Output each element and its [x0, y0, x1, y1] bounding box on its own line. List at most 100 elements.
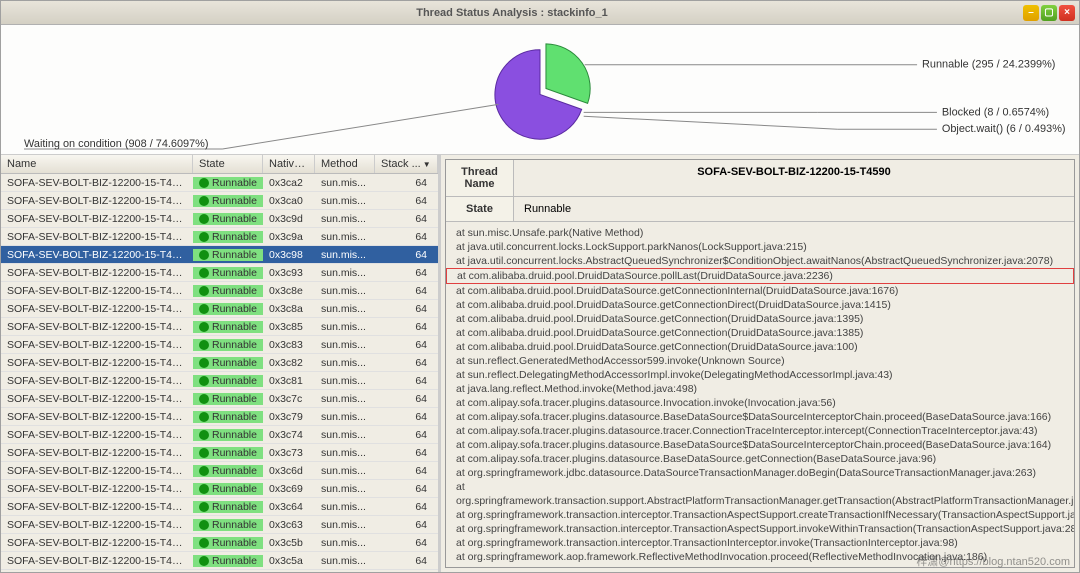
col-nativeid[interactable]: NativeID: [263, 155, 315, 173]
cell-name: SOFA-SEV-BOLT-BIZ-12200-15-T4547: [1, 465, 193, 477]
cell-stackdepth: 64: [375, 537, 438, 549]
cell-name: SOFA-SEV-BOLT-BIZ-12200-15-T4580: [1, 285, 193, 297]
runnable-dot-icon: [199, 214, 209, 224]
cell-method: sun.mis...: [315, 483, 375, 495]
col-method[interactable]: Method: [315, 155, 375, 173]
titlebar[interactable]: Thread Status Analysis : stackinfo_1 – ▢…: [1, 1, 1079, 25]
window-title: Thread Status Analysis : stackinfo_1: [1, 7, 1023, 19]
table-row[interactable]: SOFA-SEV-BOLT-BIZ-12200-15-T4569Runnable…: [1, 336, 438, 354]
cell-nativeid: 0x3ca0: [263, 195, 315, 207]
runnable-dot-icon: [199, 268, 209, 278]
table-row[interactable]: SOFA-SEV-BOLT-BIZ-12200-15-T4529Runnable…: [1, 534, 438, 552]
runnable-dot-icon: [199, 448, 209, 458]
cell-stackdepth: 64: [375, 195, 438, 207]
col-name[interactable]: Name: [1, 155, 193, 173]
cell-method: sun.mis...: [315, 447, 375, 459]
table-row[interactable]: SOFA-SEV-BOLT-BIZ-12200-15-T4543Runnable…: [1, 480, 438, 498]
table-row[interactable]: SOFA-SEV-BOLT-BIZ-12200-15-T4538Runnable…: [1, 498, 438, 516]
runnable-dot-icon: [199, 484, 209, 494]
cell-state: Runnable: [193, 537, 263, 549]
stack-line: at sun.reflect.DelegatingMethodAccessorI…: [446, 368, 1074, 382]
cell-state: Runnable: [193, 411, 263, 423]
table-row[interactable]: SOFA-SEV-BOLT-BIZ-12200-15-T4528Runnable…: [1, 552, 438, 570]
stack-line: at: [446, 480, 1074, 494]
stack-line: at com.alibaba.druid.pool.DruidDataSourc…: [446, 298, 1074, 312]
chart-label-runnable: Runnable (295 / 24.2399%): [922, 59, 1055, 71]
cell-name: SOFA-SEV-BOLT-BIZ-12200-15-T4562: [1, 393, 193, 405]
runnable-dot-icon: [199, 376, 209, 386]
cell-state: Runnable: [193, 375, 263, 387]
cell-name: SOFA-SEV-BOLT-BIZ-12200-15-T4567: [1, 375, 193, 387]
detail-state: Runnable: [514, 197, 1074, 221]
table-row[interactable]: SOFA-SEV-BOLT-BIZ-12200-15-T4568Runnable…: [1, 354, 438, 372]
cell-stackdepth: 64: [375, 393, 438, 405]
runnable-dot-icon: [199, 358, 209, 368]
col-stack[interactable]: Stack ...▼: [375, 155, 438, 173]
table-row[interactable]: SOFA-SEV-BOLT-BIZ-12200-15-T4585Runnable…: [1, 264, 438, 282]
table-row[interactable]: SOFA-SEV-BOLT-BIZ-12200-15-T4576Runnable…: [1, 300, 438, 318]
cell-stackdepth: 64: [375, 249, 438, 261]
cell-state: Runnable: [193, 519, 263, 531]
table-row[interactable]: SOFA-SEV-BOLT-BIZ-12200-15-T4592Runnable…: [1, 228, 438, 246]
detail-box: Thread Name SOFA-SEV-BOLT-BIZ-12200-15-T…: [445, 159, 1075, 568]
table-row[interactable]: SOFA-SEV-BOLT-BIZ-12200-15-T4547Runnable…: [1, 462, 438, 480]
cell-method: sun.mis...: [315, 303, 375, 315]
stack-line: at org.springframework.transaction.inter…: [446, 536, 1074, 550]
maximize-button[interactable]: ▢: [1041, 5, 1057, 21]
detail-thread-name: SOFA-SEV-BOLT-BIZ-12200-15-T4590: [514, 160, 1074, 196]
cell-nativeid: 0x3c5b: [263, 537, 315, 549]
minimize-button[interactable]: –: [1023, 5, 1039, 21]
table-row[interactable]: SOFA-SEV-BOLT-BIZ-12200-15-T4598Runnable…: [1, 192, 438, 210]
detail-state-row: State Runnable: [446, 197, 1074, 222]
stack-line: at com.alibaba.druid.pool.DruidDataSourc…: [446, 268, 1074, 284]
cell-method: sun.mis...: [315, 411, 375, 423]
table-row[interactable]: SOFA-SEV-BOLT-BIZ-12200-15-T4553Runnable…: [1, 444, 438, 462]
table-row[interactable]: SOFA-SEV-BOLT-BIZ-12200-15-T4595Runnable…: [1, 210, 438, 228]
table-row[interactable]: SOFA-SEV-BOLT-BIZ-12200-15-T4520Runnable…: [1, 570, 438, 572]
cell-nativeid: 0x3c82: [263, 357, 315, 369]
cell-nativeid: 0x3c83: [263, 339, 315, 351]
thread-rows[interactable]: SOFA-SEV-BOLT-BIZ-12200-15-T4600Runnable…: [1, 174, 438, 572]
table-row[interactable]: SOFA-SEV-BOLT-BIZ-12200-15-T4567Runnable…: [1, 372, 438, 390]
table-row[interactable]: SOFA-SEV-BOLT-BIZ-12200-15-T4559Runnable…: [1, 408, 438, 426]
close-button[interactable]: ×: [1059, 5, 1075, 21]
cell-stackdepth: 64: [375, 213, 438, 225]
sort-desc-icon: ▼: [423, 160, 431, 169]
cell-state: Runnable: [193, 393, 263, 405]
cell-nativeid: 0x3c73: [263, 447, 315, 459]
cell-method: sun.mis...: [315, 393, 375, 405]
watermark: 梓潇@https://blog.ntan520.com: [916, 553, 1070, 569]
stack-line: at com.alipay.sofa.tracer.plugins.dataso…: [446, 410, 1074, 424]
cell-nativeid: 0x3c9d: [263, 213, 315, 225]
runnable-dot-icon: [199, 556, 209, 566]
table-row[interactable]: SOFA-SEV-BOLT-BIZ-12200-15-T4590Runnable…: [1, 246, 438, 264]
stack-line: org.springframework.transaction.support.…: [446, 494, 1074, 508]
table-row[interactable]: SOFA-SEV-BOLT-BIZ-12200-15-T4580Runnable…: [1, 282, 438, 300]
cell-method: sun.mis...: [315, 375, 375, 387]
cell-method: sun.mis...: [315, 465, 375, 477]
col-state[interactable]: State: [193, 155, 263, 173]
table-row[interactable]: SOFA-SEV-BOLT-BIZ-12200-15-T4571Runnable…: [1, 318, 438, 336]
runnable-dot-icon: [199, 322, 209, 332]
table-row[interactable]: SOFA-SEV-BOLT-BIZ-12200-15-T4600Runnable…: [1, 174, 438, 192]
cell-nativeid: 0x3c98: [263, 249, 315, 261]
runnable-dot-icon: [199, 304, 209, 314]
table-row[interactable]: SOFA-SEV-BOLT-BIZ-12200-15-T4554Runnable…: [1, 426, 438, 444]
stack-line: at com.alipay.sofa.tracer.plugins.dataso…: [446, 452, 1074, 466]
thread-list-panel: Name State NativeID Method Stack ...▼ SO…: [1, 155, 441, 572]
runnable-dot-icon: [199, 250, 209, 260]
cell-state: Runnable: [193, 231, 263, 243]
cell-method: sun.mis...: [315, 231, 375, 243]
runnable-dot-icon: [199, 520, 209, 530]
runnable-dot-icon: [199, 286, 209, 296]
table-row[interactable]: SOFA-SEV-BOLT-BIZ-12200-15-T4562Runnable…: [1, 390, 438, 408]
detail-thread-name-row: Thread Name SOFA-SEV-BOLT-BIZ-12200-15-T…: [446, 160, 1074, 197]
chart-label-blocked: Blocked (8 / 0.6574%): [942, 106, 1049, 118]
cell-name: SOFA-SEV-BOLT-BIZ-12200-15-T4571: [1, 321, 193, 333]
runnable-dot-icon: [199, 502, 209, 512]
cell-name: SOFA-SEV-BOLT-BIZ-12200-15-T4537: [1, 519, 193, 531]
stack-line: at java.util.concurrent.locks.LockSuppor…: [446, 240, 1074, 254]
table-row[interactable]: SOFA-SEV-BOLT-BIZ-12200-15-T4537Runnable…: [1, 516, 438, 534]
stack-trace[interactable]: at sun.misc.Unsafe.park(Native Method)at…: [446, 222, 1074, 567]
cell-method: sun.mis...: [315, 357, 375, 369]
